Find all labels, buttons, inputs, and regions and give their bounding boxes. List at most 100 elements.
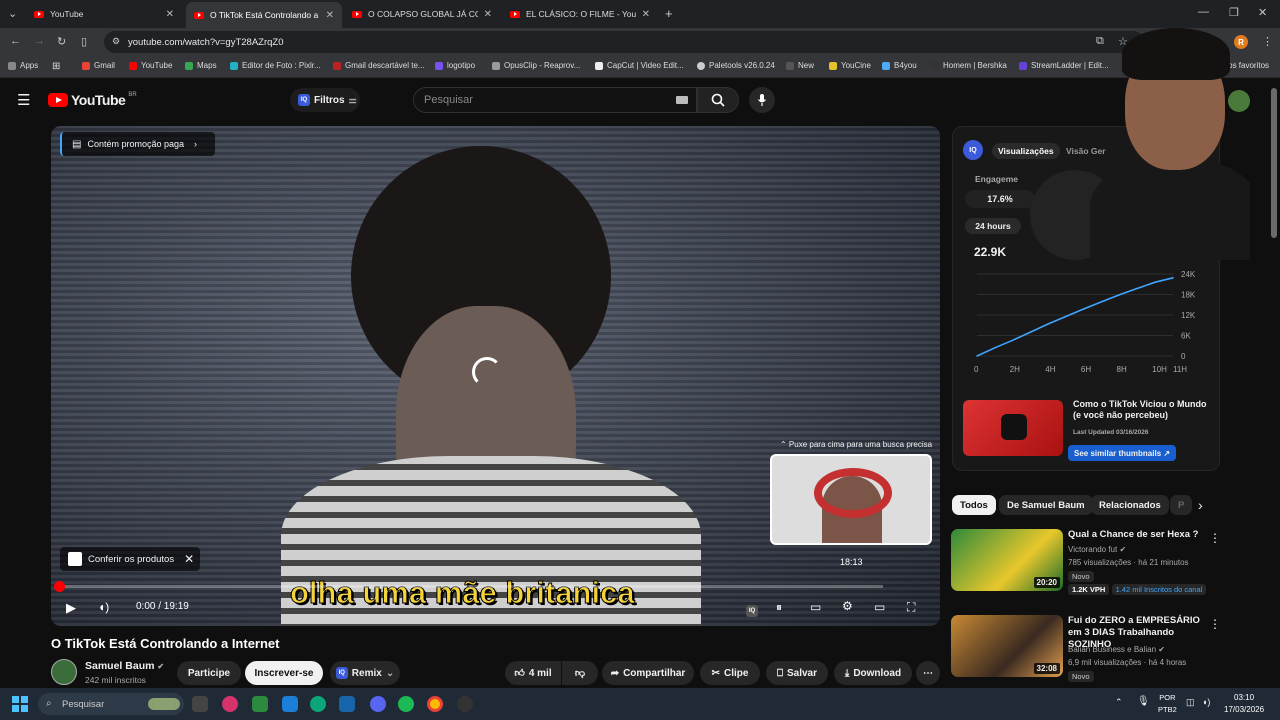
save-button[interactable]: ⎕ Salvar (766, 661, 828, 685)
paid-promotion-banner[interactable]: ▤ Contém promoção paga › (60, 132, 215, 156)
like-button[interactable]: 👍︎ 4 mil (505, 661, 561, 685)
download-button[interactable]: ⤓ Download (834, 661, 912, 685)
chevron-right-icon[interactable]: › (1198, 497, 1203, 513)
video-thumbnail[interactable]: 20:20 (951, 529, 1063, 591)
theater-mode-icon[interactable]: ▭ (874, 600, 885, 614)
tab-list-chevron-icon[interactable]: ⌄ (8, 7, 17, 20)
channel-name[interactable]: Samuel Baum ✔ (85, 660, 164, 672)
rec-channel[interactable]: Victorando fut ✔ (1068, 545, 1126, 554)
voice-search-button[interactable] (749, 87, 775, 113)
chip-related[interactable]: Relacionados (1091, 495, 1169, 515)
windows-start-icon[interactable] (12, 696, 28, 712)
channel-avatar[interactable] (51, 659, 77, 685)
subtitles-icon[interactable]: ▭ (810, 600, 821, 614)
bookmark-b4you[interactable]: B4you (882, 61, 917, 70)
browser-tab[interactable]: O COLAPSO GLOBAL JÁ COMEÇ ✕ (344, 3, 500, 25)
close-tab-icon[interactable]: ✕ (642, 9, 650, 20)
hamburger-menu-icon[interactable]: ☰ (17, 91, 30, 109)
minimize-icon[interactable]: — (1198, 6, 1209, 18)
site-info-icon[interactable]: ⚙ (112, 36, 120, 47)
chrome-icon[interactable] (427, 696, 443, 712)
obs-icon[interactable] (457, 696, 473, 712)
app-icon-blue[interactable] (282, 696, 298, 712)
page-scrollbar[interactable] (1271, 88, 1277, 238)
browser-tab[interactable]: EL CLÁSICO: O FILME - YouTube ✕ (502, 3, 658, 25)
store-icon[interactable] (339, 696, 355, 712)
join-button[interactable]: Participe (177, 661, 241, 685)
search-input[interactable]: Pesquisar (413, 87, 697, 113)
forward-icon[interactable]: → (34, 35, 45, 47)
reload-icon[interactable]: ↻ (57, 35, 66, 48)
bookmark-apps[interactable]: Apps (8, 61, 38, 70)
bookmark-pixlr[interactable]: Editor de Foto : Pixlr... (230, 61, 321, 70)
volume-icon[interactable]: ◖) (98, 600, 109, 614)
language-indicator[interactable]: POR PTB2 (1158, 692, 1177, 716)
close-tab-icon[interactable]: ✕ (326, 10, 334, 21)
bookmark-youcine[interactable]: YouCine (829, 61, 871, 70)
task-view-icon[interactable] (192, 696, 208, 712)
back-icon[interactable]: ← (10, 35, 21, 47)
bookmark-new[interactable]: New (786, 61, 814, 70)
browser-tab-active[interactable]: O TikTok Está Controlando a Int ✕ (186, 2, 342, 28)
bookmark-logotipo[interactable]: logotipo (435, 61, 475, 70)
period-selector[interactable]: 24 hours (965, 218, 1021, 234)
close-tab-icon[interactable]: ✕ (484, 9, 492, 20)
network-icon[interactable]: ◫ (1186, 697, 1195, 708)
close-icon[interactable]: ✕ (184, 552, 194, 566)
bookmark-youtube[interactable]: YouTube (129, 61, 172, 70)
app-icon-red[interactable] (222, 696, 238, 712)
more-vertical-icon[interactable]: ⋮ (1209, 531, 1221, 545)
related-video-thumbnail[interactable] (963, 400, 1063, 456)
subscribe-button[interactable]: Inscrever-se (245, 661, 323, 685)
bookmark-bershka[interactable]: Homem | Bershka (931, 61, 1007, 70)
app-icon-green[interactable] (252, 696, 268, 712)
system-clock[interactable]: 03:10 17/03/2026 (1224, 692, 1264, 716)
progress-scrubber[interactable] (54, 581, 65, 592)
share-button[interactable]: ➦ Compartilhar (602, 661, 694, 685)
bookmark-gmail[interactable]: Gmail (82, 61, 115, 70)
youtube-logo[interactable]: YouTube BR (48, 92, 137, 108)
rec-title[interactable]: Qual a Chance de ser Hexa ? (1068, 529, 1208, 541)
filters-button[interactable]: IQ Filtros ⚌ (290, 88, 360, 112)
bookmark-gmail-temp[interactable]: Gmail descartável te... (333, 61, 425, 70)
settings-gear-icon[interactable]: ⚙ (842, 599, 853, 613)
chip-todos[interactable]: Todos (952, 495, 996, 515)
taskbar-search[interactable]: ⌕ Pesquisar (38, 693, 184, 715)
tray-chevron-icon[interactable]: ⌃ (1115, 697, 1123, 708)
bookmark-maps[interactable]: Maps (185, 61, 217, 70)
edge-icon[interactable] (310, 696, 326, 712)
rec-channel[interactable]: Balian Business e Balian ✔ (1068, 645, 1165, 654)
microphone-tray-icon[interactable]: 🎙︎ (1137, 696, 1150, 707)
progress-bar[interactable] (54, 581, 883, 592)
spotify-icon[interactable] (398, 696, 414, 712)
bookmark-opusclip[interactable]: OpusClip - Reaprov... (492, 61, 580, 70)
discord-icon[interactable] (370, 696, 386, 712)
pause-autoplay-icon[interactable]: ⏸ (776, 600, 782, 615)
see-similar-thumbnails-button[interactable]: See similar thumbnails ↗ (1068, 445, 1177, 461)
browser-menu-icon[interactable]: ⋮ (1262, 35, 1273, 48)
fullscreen-icon[interactable]: ⛶ (907, 600, 915, 615)
new-tab-icon[interactable]: + (665, 6, 673, 21)
bookmark-capcut[interactable]: CapCut | Video Edit... (595, 61, 684, 70)
dislike-button[interactable]: 👎︎ (562, 661, 598, 685)
chip-more[interactable]: P (1170, 495, 1192, 515)
search-button[interactable] (697, 87, 739, 113)
iq-player-icon[interactable]: IQ (746, 601, 758, 617)
bookmark-grid[interactable]: ⊞ (52, 61, 60, 72)
restore-icon[interactable]: ❐ (1229, 6, 1239, 19)
more-vertical-icon[interactable]: ⋮ (1209, 617, 1221, 631)
close-tab-icon[interactable]: ✕ (166, 9, 174, 20)
side-panel-icon[interactable]: ▯ (81, 35, 87, 48)
chip-channel[interactable]: De Samuel Baum (999, 495, 1093, 515)
speaker-icon[interactable]: ◖) (1202, 697, 1210, 707)
keyboard-icon[interactable] (676, 96, 688, 104)
more-actions-button[interactable]: ⋯ (916, 661, 940, 685)
related-video-title[interactable]: Como o TikTok Viciou o Mundo (e você não… (1073, 399, 1213, 421)
clip-button[interactable]: ✂ Clipe (700, 661, 760, 685)
bookmark-paletools[interactable]: Paletools v26.0.24 (697, 61, 775, 70)
address-bar[interactable]: ⚙ youtube.com/watch?v=gyT28AZrqZ0 (104, 31, 1144, 53)
play-icon[interactable]: ▶ (66, 600, 76, 616)
close-window-icon[interactable]: ✕ (1258, 6, 1267, 19)
view-products-button[interactable]: Conferir os produtos ✕ (60, 547, 200, 571)
remix-button[interactable]: IQ Remix ⌄ (330, 661, 400, 685)
